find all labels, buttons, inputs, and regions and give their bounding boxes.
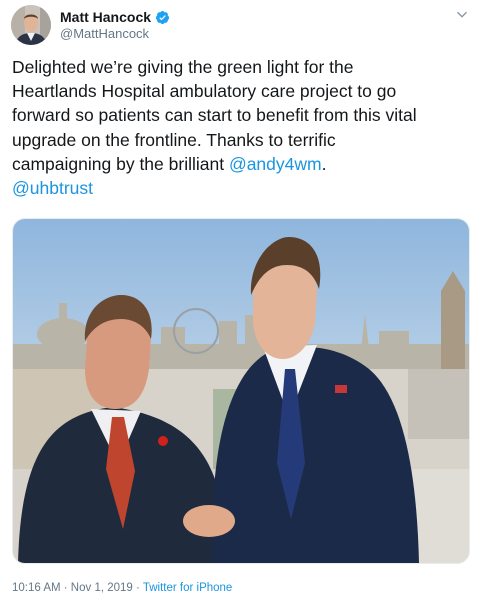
tweet-text-fragment: campaigning by the brilliant (12, 153, 229, 174)
tweet-line: Heartlands Hospital ambulatory care proj… (12, 81, 397, 102)
tweet-text: Delighted we’re giving the green light f… (12, 55, 472, 200)
tweet-meta: 10:16 AM · Nov 1, 2019 · Twitter for iPh… (12, 582, 232, 594)
tweet-text-fragment: . (321, 153, 327, 174)
tweet-line: Delighted we’re giving the green light f… (12, 57, 354, 77)
tweet-line: forward so patients can start to benefit… (12, 105, 417, 126)
tweet-photo[interactable] (12, 218, 470, 564)
tweet-line: campaigning by the brilliant @andy4wm. (12, 152, 472, 176)
user-handle[interactable]: @MattHancock (60, 26, 149, 41)
tweet-card: Matt Hancock @MattHancock Delighted we’r… (0, 0, 480, 601)
tweet-line: upgrade on the frontline. Thanks to terr… (12, 129, 336, 150)
mention-link-andy4wm[interactable]: @andy4wm (229, 154, 322, 174)
user-name[interactable]: Matt Hancock (60, 9, 151, 25)
mention-link-uhbtrust[interactable]: @uhbtrust (12, 178, 93, 198)
chevron-down-icon[interactable] (455, 8, 469, 22)
tweet-line: @uhbtrust (12, 176, 472, 200)
verified-badge-icon (155, 10, 170, 24)
tweet-timestamp[interactable]: 10:16 AM · Nov 1, 2019 · (12, 582, 143, 594)
user-name-row[interactable]: Matt Hancock (60, 9, 170, 25)
tweet-source-link[interactable]: Twitter for iPhone (143, 582, 232, 594)
avatar[interactable] (11, 5, 51, 45)
